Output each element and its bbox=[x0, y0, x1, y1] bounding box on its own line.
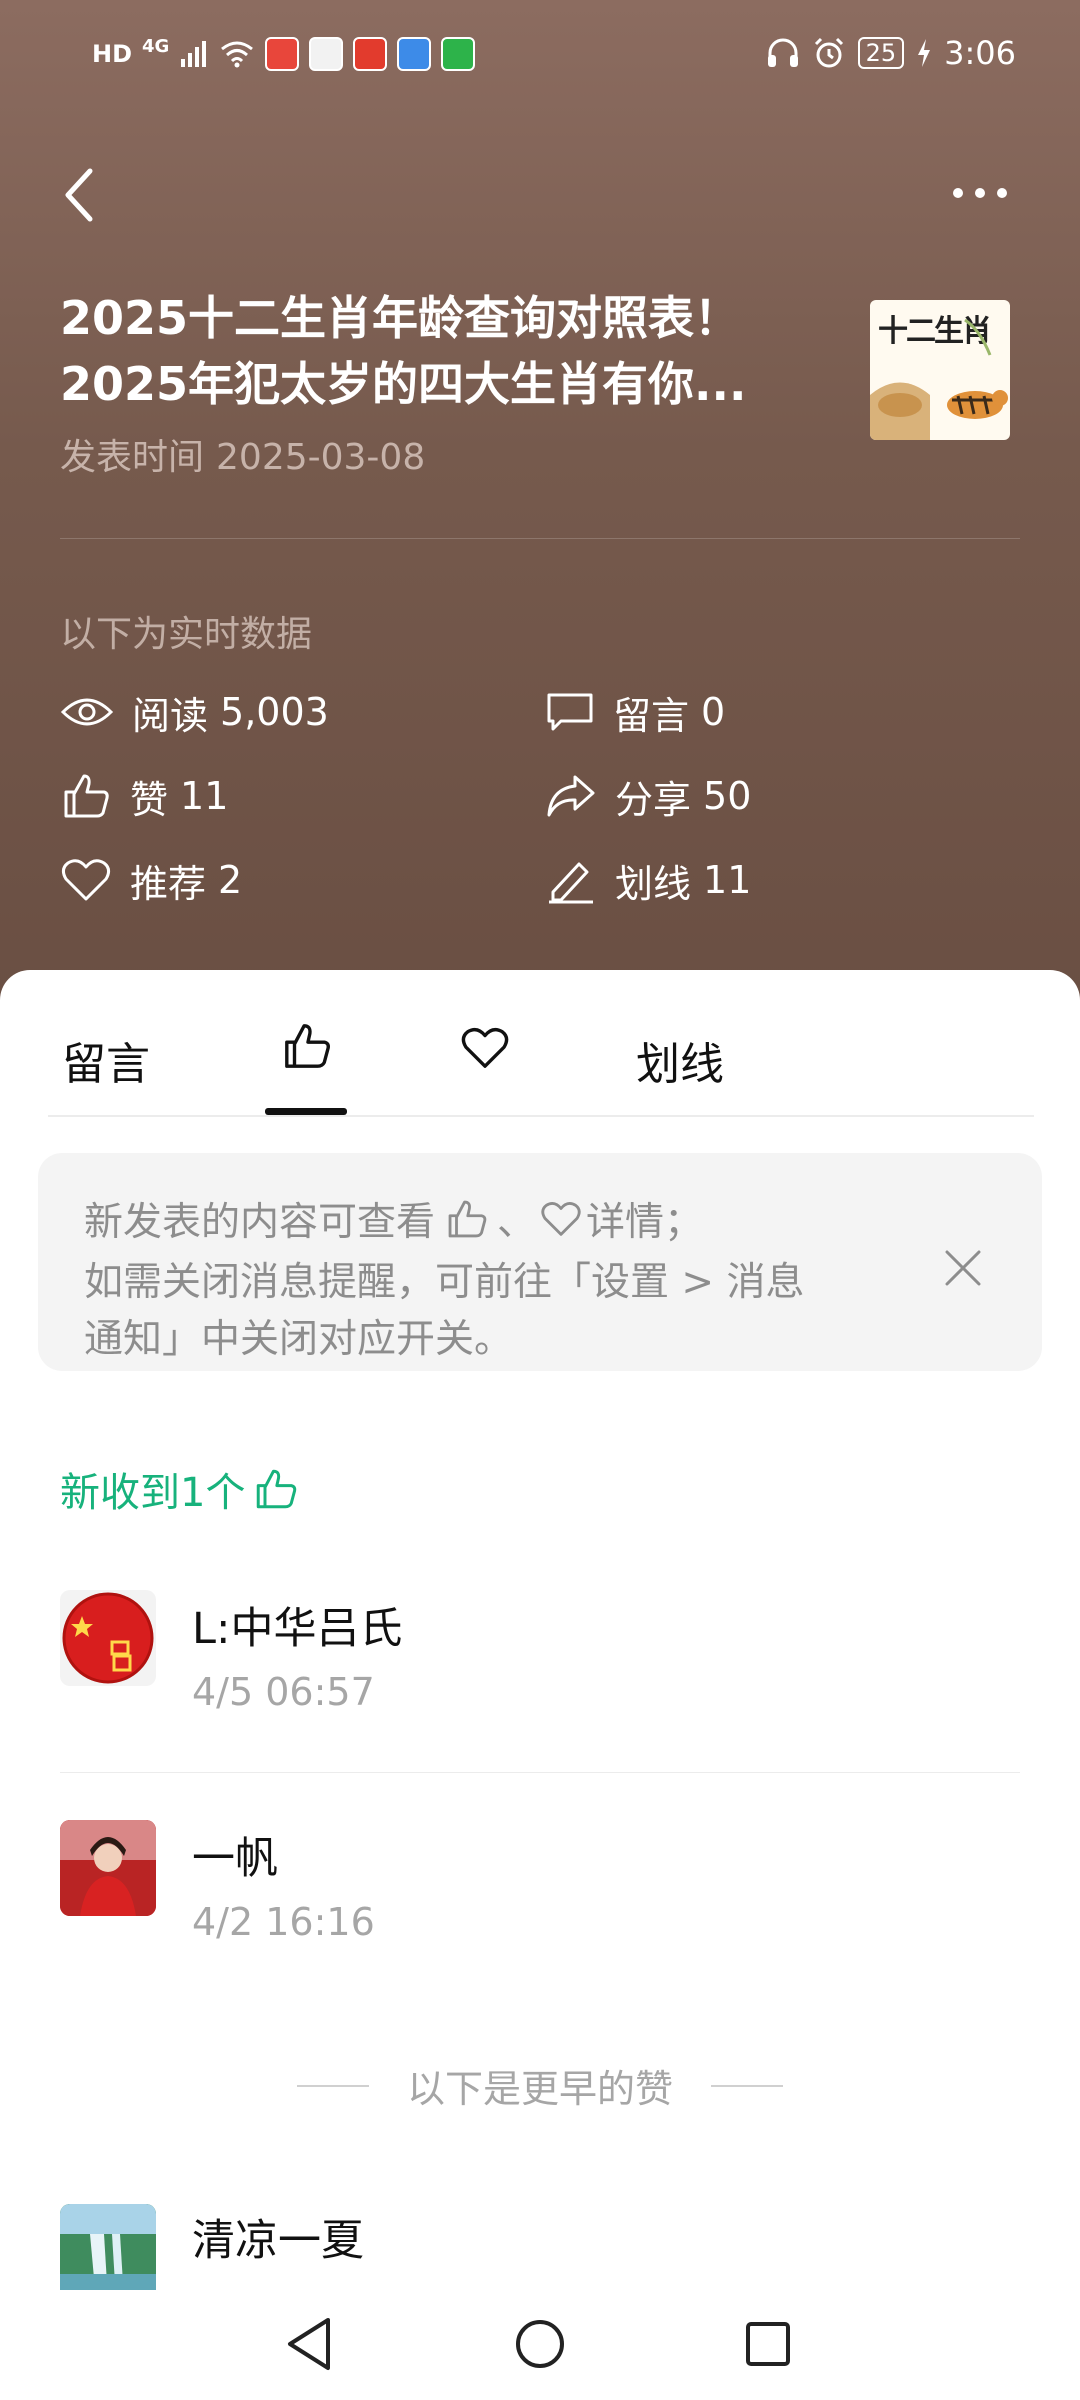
heart-icon bbox=[541, 1202, 581, 1236]
row-divider bbox=[60, 1772, 1020, 1773]
stat-comment-value: 0 bbox=[701, 690, 726, 734]
status-left: HD 4G bbox=[92, 32, 476, 76]
avatar-image bbox=[60, 1820, 156, 1916]
stat-underline-label: 划线 bbox=[615, 861, 692, 906]
avatar[interactable] bbox=[60, 1820, 156, 1916]
like-user-name: 清凉一夏 bbox=[192, 2216, 364, 2266]
divider-line bbox=[296, 2084, 369, 2087]
stat-share: 分享 50 bbox=[545, 766, 751, 826]
active-tab-indicator bbox=[265, 1108, 347, 1115]
tabs-divider bbox=[48, 1115, 1034, 1117]
signal-icon bbox=[181, 41, 207, 67]
divider-line bbox=[711, 2084, 783, 2087]
header-divider bbox=[60, 538, 1020, 539]
nav-recents-icon[interactable] bbox=[744, 2320, 792, 2368]
notice-line-2: 如需关闭消息提醒，可前往「设置 > 消息 bbox=[84, 1260, 805, 1305]
notice-line-3: 通知」中关闭对应开关。 bbox=[84, 1317, 514, 1362]
notice-line1-post: 详情； bbox=[586, 1200, 704, 1245]
thumbs-up-icon bbox=[257, 1469, 297, 1509]
status-right: 25 3:06 bbox=[766, 30, 1016, 76]
new-likes-text: 新收到1个 bbox=[60, 1470, 246, 1516]
title-line-1: 2025十二生肖年龄查询对照表！ bbox=[60, 291, 741, 345]
avatar[interactable] bbox=[60, 2204, 156, 2290]
app-notification-icon bbox=[353, 37, 388, 71]
avatar[interactable] bbox=[60, 1590, 156, 1686]
stat-underline-value: 11 bbox=[703, 858, 752, 902]
article-title[interactable]: 2025十二生肖年龄查询对照表！ 2025年犯太岁的四大生肖有你... bbox=[60, 285, 820, 417]
wifi-icon bbox=[221, 41, 254, 68]
publish-time: 发表时间 2025-03-08 bbox=[60, 428, 437, 480]
stat-recommend-value: 2 bbox=[218, 858, 243, 902]
stat-recommend-label: 推荐 bbox=[130, 861, 207, 906]
zodiac-animals-image bbox=[870, 318, 1008, 440]
like-time: 4/2 16:16 bbox=[192, 1900, 375, 1944]
heart-icon bbox=[61, 859, 111, 901]
title-line-2: 2025年犯太岁的四大生肖有你... bbox=[60, 357, 747, 411]
realtime-label: 以下为实时数据 bbox=[60, 614, 313, 655]
app-notification-icon bbox=[441, 37, 476, 71]
stat-comment: 留言 0 bbox=[545, 682, 725, 742]
app-notification-icon bbox=[397, 37, 432, 71]
close-icon[interactable] bbox=[943, 1248, 983, 1288]
like-user-name: 一帆 bbox=[192, 1834, 278, 1884]
system-nav-bar bbox=[0, 2290, 1080, 2400]
avatar-image bbox=[60, 2204, 156, 2290]
like-user-name: L:中华吕氏 bbox=[192, 1604, 403, 1654]
publish-label: 发表时间 bbox=[60, 437, 205, 478]
status-bar: HD 4G 25 3:06 bbox=[0, 0, 1080, 110]
nav-home-icon[interactable] bbox=[514, 2318, 566, 2370]
thumbs-up-icon bbox=[448, 1200, 487, 1238]
earlier-likes-label: 以下是更早的赞 bbox=[406, 2067, 673, 2111]
app-notification-icon bbox=[309, 37, 344, 71]
hd-indicator: HD bbox=[92, 40, 133, 68]
article-thumbnail[interactable]: 十二生肖 bbox=[870, 300, 1010, 440]
nav-back-icon[interactable] bbox=[284, 2316, 334, 2372]
network-type: 4G bbox=[142, 35, 170, 57]
pen-icon bbox=[549, 862, 593, 904]
like-row[interactable]: 一帆 4/2 16:16 bbox=[0, 1810, 1080, 2000]
like-time: 4/5 06:57 bbox=[192, 1670, 375, 1714]
tab-likes-thumbs-up-icon[interactable] bbox=[282, 1020, 332, 1072]
stat-underline: 划线 11 bbox=[545, 850, 751, 910]
stat-comment-label: 留言 bbox=[613, 693, 690, 738]
avatar-image bbox=[62, 1592, 154, 1684]
earlier-likes-divider: 以下是更早的赞 bbox=[0, 2058, 1080, 2113]
thumbs-up-icon bbox=[64, 774, 109, 818]
tab-recommend-heart-icon[interactable] bbox=[460, 1026, 510, 1070]
share-icon bbox=[547, 775, 595, 817]
tab-comments[interactable]: 留言 bbox=[62, 1028, 150, 1092]
stat-read-value: 5,003 bbox=[220, 690, 329, 734]
stat-like-value: 11 bbox=[180, 774, 229, 818]
battery-level: 25 bbox=[857, 37, 905, 69]
stat-share-label: 分享 bbox=[615, 777, 692, 822]
stat-share-value: 50 bbox=[703, 774, 752, 818]
stat-read: 阅读 5,003 bbox=[60, 682, 329, 742]
comment-icon bbox=[547, 693, 593, 731]
alarm-icon bbox=[814, 37, 843, 68]
like-row[interactable]: 清凉一夏 bbox=[0, 2194, 1080, 2290]
stat-like-label: 赞 bbox=[130, 777, 169, 822]
stat-recommend: 推荐 2 bbox=[60, 850, 242, 910]
charging-icon bbox=[918, 39, 931, 67]
headphones-icon bbox=[767, 38, 798, 67]
article-header: HD 4G 25 3:06 2025十二生肖年龄查询对照表！ 2025年犯太岁的… bbox=[0, 0, 1080, 1000]
clock: 3:06 bbox=[944, 34, 1016, 72]
app-notification-icon bbox=[265, 37, 300, 71]
like-row[interactable]: L:中华吕氏 4/5 06:57 bbox=[0, 1580, 1080, 1770]
publish-date: 2025-03-08 bbox=[216, 437, 426, 478]
stat-like: 赞 11 bbox=[60, 766, 228, 826]
more-options-icon[interactable] bbox=[950, 178, 1010, 208]
notification-tip: 新发表的内容可查看 、 详情； 如需关闭消息提醒，可前往「设置 > 消息 通知」… bbox=[38, 1153, 1042, 1371]
notice-line-1: 新发表的内容可查看 、 详情； bbox=[84, 1191, 703, 1247]
tab-highlights[interactable]: 划线 bbox=[636, 1028, 724, 1092]
notice-line1-sep: 、 bbox=[497, 1200, 537, 1245]
eye-icon bbox=[60, 698, 114, 726]
stat-read-label: 阅读 bbox=[132, 693, 209, 738]
tab-bar: 留言 划线 bbox=[0, 970, 1080, 1115]
new-likes-label: 新收到1个 bbox=[60, 1460, 299, 1518]
notice-line1-pre: 新发表的内容可查看 bbox=[84, 1200, 436, 1245]
back-icon[interactable] bbox=[60, 165, 100, 225]
